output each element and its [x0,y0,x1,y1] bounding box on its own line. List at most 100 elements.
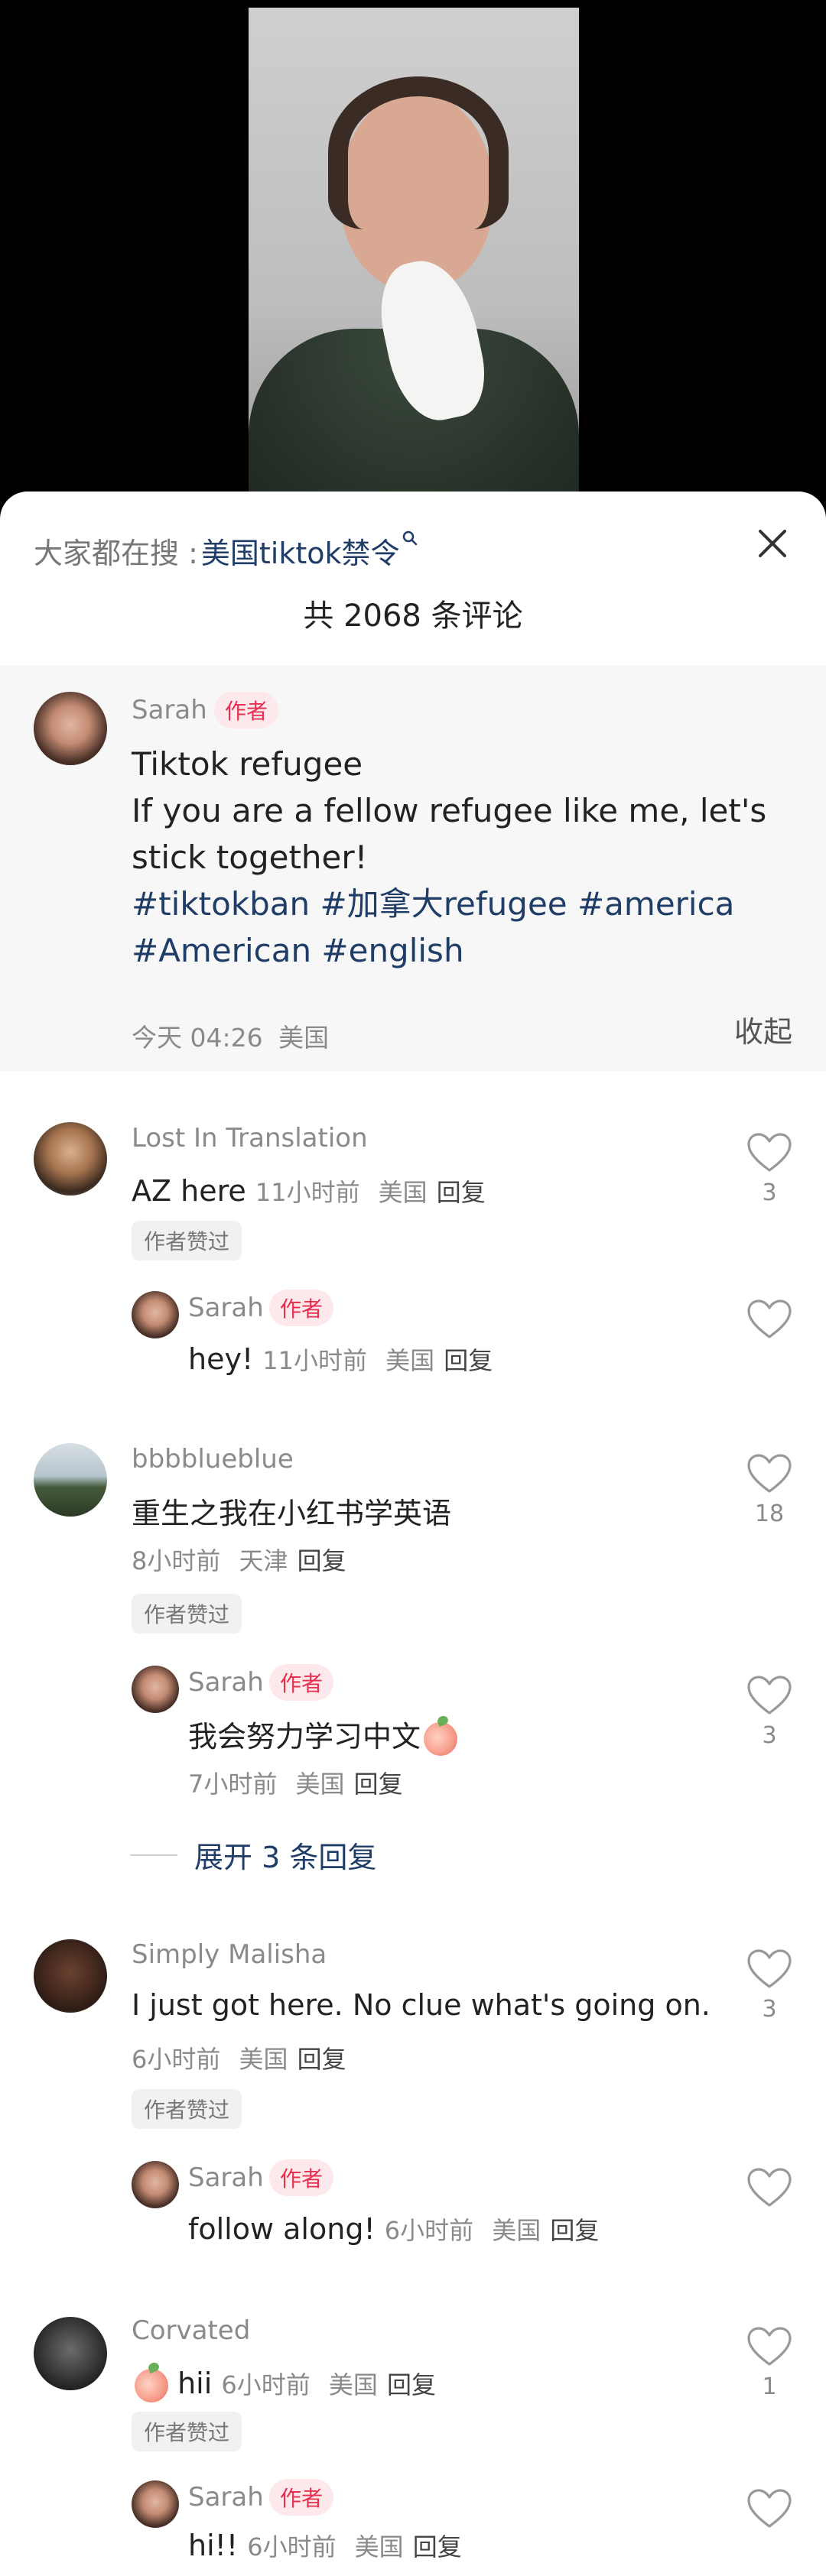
comment-count-title: 共 2068 条评论 [303,599,523,634]
video-player[interactable] [0,0,826,504]
avatar[interactable] [34,2317,107,2390]
like-button[interactable] [746,2167,792,2208]
heart-icon [747,1299,792,1338]
author-badge: 作者 [269,1290,334,1326]
reply-location: 美国 [354,2532,404,2561]
author-badge: 作者 [214,692,279,728]
comment-text: AZ here [132,1174,246,1208]
reply-user[interactable]: Sarah [188,2482,264,2513]
like-button[interactable] [746,1132,792,1173]
comment-user[interactable]: Lost In Translation [132,1123,368,1153]
like-count: 3 [762,1179,777,1206]
author-badge: 作者 [269,1664,334,1701]
reply-user[interactable]: Sarah [188,2162,264,2193]
comment-user[interactable]: Simply Malisha [132,1939,327,1970]
heart-icon [747,1676,792,1715]
comment-text-row[interactable]: hii 6小时前 美国 回复 [132,2366,436,2402]
reply-text-row[interactable]: follow along! 6小时前 美国 回复 [188,2211,599,2247]
divider [130,1854,177,1856]
reply-text-row[interactable]: hi!! 6小时前 美国 回复 [188,2528,462,2563]
like-button[interactable] [746,2488,792,2529]
like-button[interactable] [746,1948,792,1990]
close-icon [759,530,786,557]
reply-button[interactable]: 回复 [298,2045,346,2074]
reply-meta-row: 7小时前 美国 回复 [188,1765,403,1800]
collapse-button[interactable]: 收起 [734,1008,792,1050]
comment-text-row[interactable]: AZ here 11小时前 美国 回复 [132,1173,486,1209]
author-liked-chip: 作者赞过 [132,2412,242,2451]
comment-user[interactable]: bbbblueblue [132,1444,294,1475]
peach-emoji-icon [135,2368,168,2402]
like-count: 18 [754,1501,785,1527]
avatar[interactable] [34,1939,107,2013]
like-button[interactable] [746,1675,792,1716]
comment-time: 6小时前 [132,2045,221,2074]
reply-button[interactable]: 回复 [437,1178,486,1207]
reply-button[interactable]: 回复 [298,1546,346,1575]
comment-text[interactable]: I just got here. No clue what's going on… [132,1988,711,2022]
reply-button[interactable]: 回复 [387,2370,436,2399]
comment-time: 8小时前 [132,1546,221,1575]
reply-button[interactable]: 回复 [444,1346,493,1375]
post-line-2: If you are a fellow refugee like me, let… [132,792,767,876]
avatar[interactable] [132,2161,179,2208]
expand-replies-button[interactable]: 展开 3 条回复 [130,1834,376,1876]
avatar[interactable] [34,1443,107,1517]
reply-text: hi!! [188,2529,239,2562]
comment-text[interactable]: 重生之我在小红书学英语 [132,1490,451,1532]
reply-time: 7小时前 [188,1770,278,1799]
reply-location: 美国 [492,2216,541,2245]
avatar[interactable] [34,1122,107,1196]
heart-icon [747,1949,792,1988]
trending-search-prefix: 大家都在搜 : [34,537,198,570]
avatar[interactable] [132,1666,179,1713]
like-button[interactable] [746,2326,792,2367]
comment-location: 美国 [239,2045,288,2074]
reply-text-row[interactable]: hey! 11小时前 美国 回复 [188,1342,493,1377]
comment-location: 美国 [378,1178,428,1207]
post-location: 美国 [278,1023,330,1053]
post-hashtags[interactable]: #tiktokban #加拿大refugee #america #America… [132,881,805,974]
original-post: Sarah 作者 Tiktok refugee If you are a fel… [0,666,826,1071]
like-count: 3 [762,1996,777,2023]
reply-time: 6小时前 [247,2532,337,2561]
trending-search-term[interactable]: 美国tiktok禁令 [201,530,400,572]
avatar[interactable] [132,1291,179,1338]
comment-text: hii [177,2367,213,2400]
reply-time: 11小时前 [262,1346,368,1375]
comment-location: 美国 [328,2370,378,2399]
comment-time: 11小时前 [255,1178,360,1207]
like-button[interactable] [746,1299,792,1340]
author-liked-chip: 作者赞过 [132,1221,242,1260]
heart-icon [747,2489,792,2528]
reply-location: 美国 [295,1770,345,1799]
reply-button[interactable]: 回复 [550,2216,599,2245]
comments-sheet: 大家都在搜 : 美国tiktok禁令 共 2068 条评论 Sarah 作者 T… [0,492,826,2576]
author-liked-chip: 作者赞过 [132,2089,242,2129]
reply-user[interactable]: Sarah [188,1667,264,1698]
heart-icon [747,2327,792,2366]
comment-user[interactable]: Corvated [132,2315,250,2346]
avatar[interactable] [132,2480,179,2528]
trending-search[interactable]: 大家都在搜 : 美国tiktok禁令 [34,530,418,572]
post-time: 今天 04:26 [132,1023,263,1053]
reply-button[interactable]: 回复 [413,2532,462,2561]
reply-user[interactable]: Sarah [188,1293,264,1323]
reply-button[interactable]: 回复 [354,1770,403,1799]
reply-text: hey! [188,1342,254,1376]
reply-location: 美国 [385,1346,435,1375]
search-icon [402,530,418,551]
reply-time: 6小时前 [384,2216,474,2245]
reply-text-row[interactable]: 我会努力学习中文 [188,1713,458,1756]
avatar[interactable] [34,692,107,765]
video-frame [249,8,579,504]
reply-text: 我会努力学习中文 [188,1720,421,1754]
post-author-name[interactable]: Sarah [132,695,207,725]
expand-replies-label: 展开 3 条回复 [194,1841,377,1874]
post-text: Tiktok refugee If you are a fellow refug… [132,741,805,974]
peach-emoji-icon [424,1721,458,1756]
like-button[interactable] [746,1453,792,1494]
close-button[interactable] [750,521,795,566]
comment-meta-row: 8小时前 天津 回复 [132,1542,346,1577]
comment-time: 6小时前 [221,2370,311,2399]
